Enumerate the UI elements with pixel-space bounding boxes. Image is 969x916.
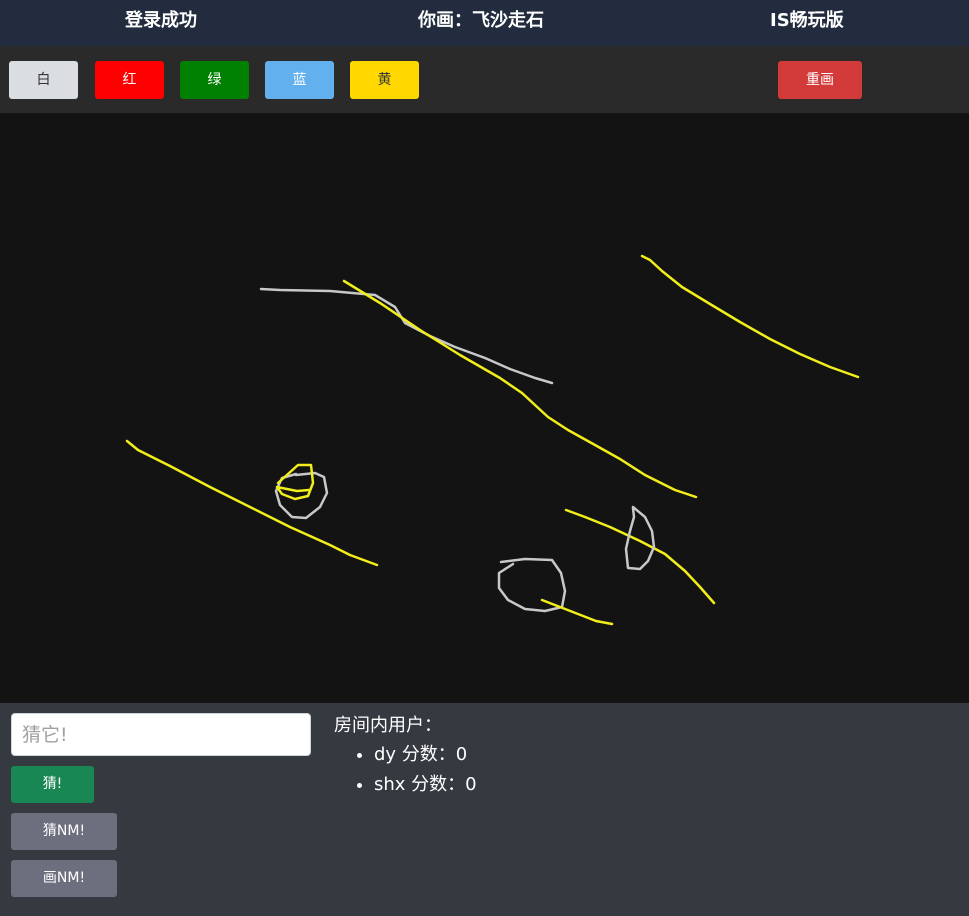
- drawing-canvas[interactable]: [0, 113, 969, 703]
- yellow-stroke: [640, 254, 860, 379]
- user-list-item: shx 分数：0: [374, 773, 477, 797]
- draw-word: 你画：飞沙走石: [418, 10, 544, 31]
- yellow-stroke: [540, 598, 614, 626]
- color-green-button[interactable]: 绿: [180, 61, 249, 99]
- color-toolbar: 白 红 绿 蓝 黄 重画: [0, 46, 969, 113]
- white-stroke: [624, 505, 656, 571]
- version-label: IS畅玩版: [770, 10, 844, 31]
- color-blue-button[interactable]: 蓝: [265, 61, 334, 99]
- bottom-panel: 猜! 猜NM! 画NM! 房间内用户： dy 分数：0 shx 分数：0: [0, 703, 969, 916]
- room-users-list: dy 分数：0 shx 分数：0: [334, 743, 477, 797]
- yellow-stroke: [275, 463, 315, 501]
- draw-nm-button[interactable]: 画NM!: [11, 860, 117, 897]
- yellow-stroke: [564, 508, 716, 605]
- sketch-strokes: [125, 254, 860, 626]
- color-yellow-button[interactable]: 黄: [350, 61, 419, 99]
- user-list-item: dy 分数：0: [374, 743, 477, 767]
- guess-button[interactable]: 猜!: [11, 766, 94, 803]
- room-users-title: 房间内用户：: [334, 715, 442, 736]
- guess-nm-button[interactable]: 猜NM!: [11, 813, 117, 850]
- room-users-panel: 房间内用户： dy 分数：0 shx 分数：0: [334, 711, 477, 803]
- white-stroke: [497, 557, 567, 613]
- yellow-stroke: [125, 439, 379, 567]
- redraw-button[interactable]: 重画: [778, 61, 862, 99]
- yellow-stroke: [342, 279, 698, 499]
- color-red-button[interactable]: 红: [95, 61, 164, 99]
- color-white-button[interactable]: 白: [9, 61, 78, 99]
- login-status: 登录成功: [125, 10, 197, 31]
- guess-input[interactable]: [11, 713, 311, 756]
- top-header: 登录成功 你画：飞沙走石 IS畅玩版: [0, 0, 969, 46]
- white-stroke: [259, 287, 554, 385]
